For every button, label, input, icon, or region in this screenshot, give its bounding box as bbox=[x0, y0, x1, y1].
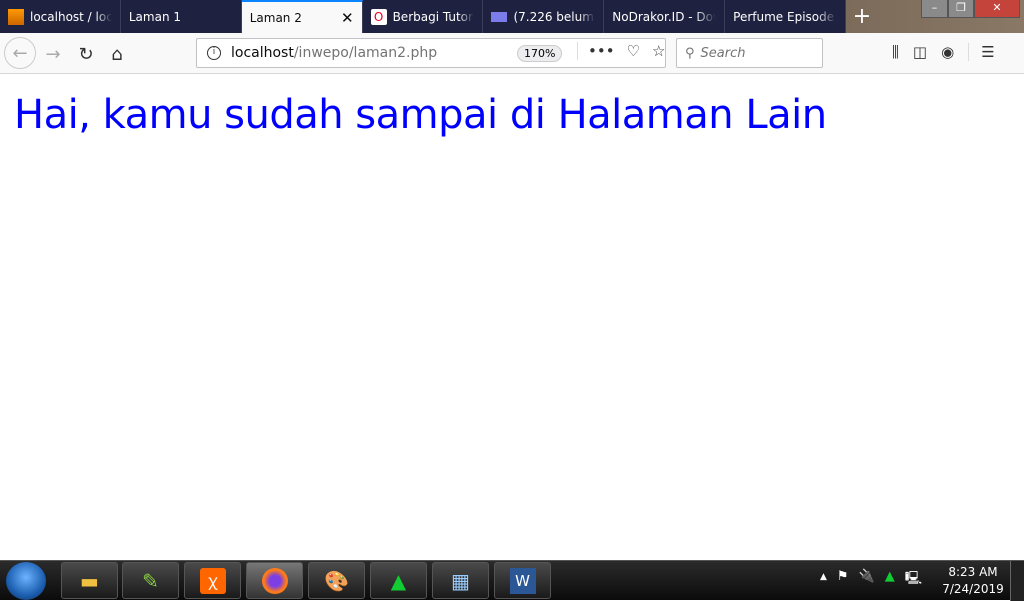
firefox-icon bbox=[261, 567, 288, 594]
taskbar-firefox[interactable] bbox=[246, 562, 303, 599]
back-button[interactable]: ← bbox=[4, 37, 36, 69]
home-button[interactable]: ⌂ bbox=[102, 39, 132, 69]
system-tray: ▲ ⚑ 🔌 ▲ 🖳 bbox=[820, 569, 922, 591]
taskbar-xampp[interactable]: ꭓ bbox=[184, 562, 241, 599]
taskbar-paint[interactable]: 🎨 bbox=[308, 562, 365, 599]
sidebar-icon[interactable]: ◫ bbox=[913, 43, 927, 61]
taskbar-notepad-plus-plus[interactable]: ✎ bbox=[122, 562, 179, 599]
start-button[interactable] bbox=[6, 562, 46, 600]
forward-button[interactable]: → bbox=[38, 39, 68, 69]
new-tab-button[interactable]: + bbox=[846, 0, 878, 33]
tab-nodrakor[interactable]: NoDrakor.ID - Download bbox=[604, 0, 726, 33]
page-heading: Hai, kamu sudah sampai di Halaman Lain bbox=[14, 92, 827, 138]
pocket-icon[interactable]: ♡ bbox=[627, 42, 640, 60]
taskbar-explorer[interactable]: ▬ bbox=[61, 562, 118, 599]
smadav-tray-icon[interactable]: ▲ bbox=[885, 569, 895, 591]
reload-button[interactable]: ↻ bbox=[71, 39, 101, 69]
info-icon[interactable]: i bbox=[207, 46, 221, 60]
action-center-flag-icon[interactable]: ⚑ bbox=[837, 569, 849, 591]
power-icon[interactable]: 🔌 bbox=[859, 569, 875, 591]
show-hidden-icons-icon[interactable]: ▲ bbox=[820, 569, 827, 591]
account-icon[interactable]: ◉ bbox=[941, 43, 954, 61]
xampp-icon: ꭓ bbox=[199, 567, 226, 594]
opera-icon: O bbox=[370, 8, 387, 25]
nav-bar: ← → ↻ ⌂ i localhost/inwepo/laman2.php 17… bbox=[0, 33, 1024, 74]
smadav-icon: ▲ bbox=[390, 568, 407, 593]
search-icon: ⚲ bbox=[685, 45, 695, 61]
restore-button[interactable]: ❐ bbox=[948, 0, 974, 18]
taskbar: ▬ ✎ ꭓ 🎨 ▲ ▦ W ▲ ⚑ 🔌 ▲ 🖳 8:23 AM 7/24/2019 bbox=[0, 560, 1024, 601]
taskbar-word[interactable]: W bbox=[494, 562, 551, 599]
tab-mail[interactable]: (7.226 belum dibaca) bbox=[483, 0, 605, 33]
tab-strip: localhost / localhost Laman 1 Laman 2✕ O… bbox=[0, 0, 847, 33]
tab-localhost[interactable]: localhost / localhost bbox=[0, 0, 121, 33]
close-tab-icon[interactable]: ✕ bbox=[341, 9, 354, 27]
minimize-button[interactable]: – bbox=[921, 0, 948, 18]
search-input[interactable]: ⚲ Search bbox=[676, 38, 823, 68]
phpmyadmin-icon bbox=[8, 8, 24, 25]
zoom-level[interactable]: 170% bbox=[517, 45, 563, 62]
taskbar-calculator[interactable]: ▦ bbox=[432, 562, 489, 599]
tab-laman-1[interactable]: Laman 1 bbox=[121, 0, 242, 33]
url-bar[interactable]: i localhost/inwepo/laman2.php 170% ••• ♡… bbox=[196, 38, 666, 68]
mail-icon bbox=[491, 11, 508, 22]
close-window-button[interactable]: ✕ bbox=[974, 0, 1020, 18]
notepad-icon: ✎ bbox=[142, 568, 159, 593]
word-icon: W bbox=[509, 567, 536, 594]
clock[interactable]: 8:23 AM 7/24/2019 bbox=[940, 564, 1006, 598]
network-icon[interactable]: 🖳 bbox=[905, 569, 922, 591]
bookmark-star-icon[interactable]: ☆ bbox=[652, 42, 665, 60]
page-actions-icon[interactable]: ••• bbox=[588, 42, 615, 60]
menu-icon[interactable]: ☰ bbox=[968, 43, 995, 61]
folder-icon: ▬ bbox=[80, 568, 99, 593]
library-icon[interactable]: ⫼ bbox=[892, 43, 899, 61]
show-desktop-button[interactable] bbox=[1010, 561, 1024, 601]
tab-laman-2[interactable]: Laman 2 ✕ bbox=[241, 0, 363, 33]
paint-icon: 🎨 bbox=[324, 568, 349, 593]
calculator-icon: ▦ bbox=[451, 568, 470, 593]
taskbar-smadav[interactable]: ▲ bbox=[370, 562, 427, 599]
tab-perfume[interactable]: Perfume Episode 31 bbox=[725, 0, 847, 33]
tab-berbagi-tutorial[interactable]: OBerbagi Tutorial bbox=[363, 0, 484, 33]
